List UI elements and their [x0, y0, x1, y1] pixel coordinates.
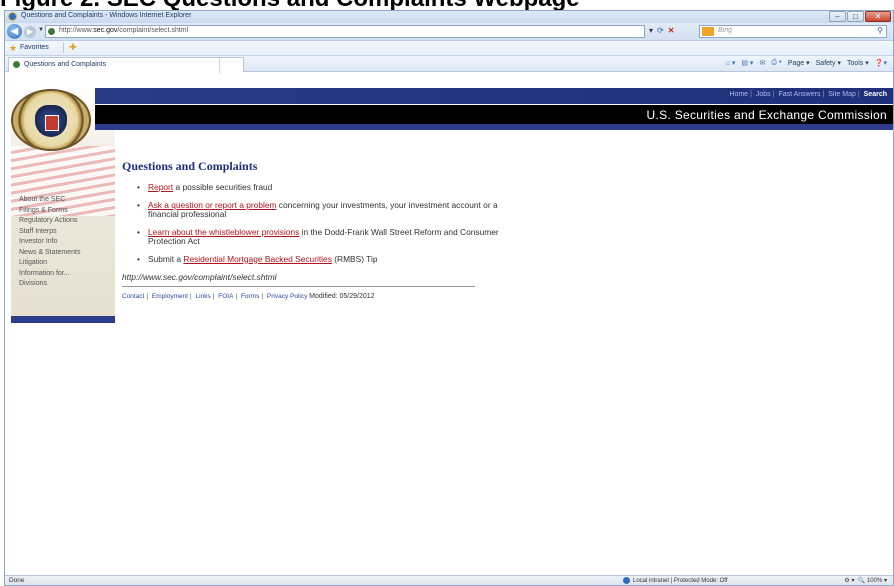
favorites-bar: ★ Favorites ✚ — [5, 41, 893, 56]
ie-logo-icon — [8, 12, 17, 21]
maximize-button[interactable]: □ — [847, 11, 864, 22]
sidebar-item-filings-forms[interactable]: Filings & Forms — [19, 206, 80, 217]
main-content: Questions and Complaints Report a possib… — [122, 159, 502, 300]
modified-date: Modified: 05/29/2012 — [309, 293, 375, 300]
figure-title: Figure 2. SEC Questions and Complaints W… — [0, 0, 894, 10]
window-controls: – □ ✕ — [829, 11, 891, 22]
footer-link-employment[interactable]: Employment — [152, 293, 188, 300]
header-link-home[interactable]: Home — [729, 91, 748, 98]
complaint-options-list: Report a possible securities fraud Ask a… — [137, 182, 502, 265]
header-link-site-map[interactable]: Site Map — [828, 91, 856, 98]
print-icon[interactable]: ⎙ ▾ — [771, 59, 782, 67]
sidebar-item-news-statements[interactable]: News & Statements — [19, 248, 80, 259]
whistleblower-link[interactable]: Learn about the whistleblower provisions — [148, 227, 299, 237]
tab-label: Questions and Complaints — [24, 61, 107, 68]
home-icon[interactable]: ⌂ ▾ — [726, 59, 736, 67]
header-link-fast-answers[interactable]: Fast Answers — [778, 91, 820, 98]
bing-logo-icon — [702, 27, 714, 36]
search-icon[interactable]: ⚲ — [877, 26, 883, 35]
sidebar-item-information-for[interactable]: Information for... — [19, 269, 80, 280]
header-link-jobs[interactable]: Jobs — [756, 91, 771, 98]
page-title: Questions and Complaints — [122, 159, 258, 173]
command-bar: ⌂ ▾ ▤ ▾ ✉ ⎙ ▾ Page ▾ Safety ▾ Tools ▾ ❓▾ — [726, 59, 887, 67]
feeds-icon[interactable]: ▤ ▾ — [741, 59, 753, 67]
header-top-bar: Home | Jobs | Fast Answers | Site Map | Sear… — [95, 88, 893, 104]
footer-link-links[interactable]: Links — [196, 293, 211, 300]
list-item: Submit a Residential Mortgage Backed Sec… — [137, 254, 502, 265]
status-bar: Done Local intranet | Protected Mode: Of… — [5, 575, 893, 585]
list-item: Ask a question or report a problem conce… — [137, 200, 502, 220]
close-button[interactable]: ✕ — [865, 11, 891, 22]
favorites-button[interactable]: Favorites — [20, 44, 49, 51]
stop-icon[interactable]: ✕ — [668, 26, 675, 35]
window-title: Questions and Complaints - Windows Inter… — [21, 12, 192, 19]
security-zone[interactable]: Local intranet | Protected Mode: Off — [623, 577, 728, 584]
web-page: Home | Jobs | Fast Answers | Site Map | Sear… — [5, 88, 893, 577]
tab-favicon-icon — [13, 61, 20, 68]
header-links: Home | Jobs | Fast Answers | Site Map | Sear… — [729, 91, 887, 98]
sidebar-footer-bar — [11, 316, 115, 323]
report-fraud-link[interactable]: Report — [148, 182, 173, 192]
search-placeholder: Bing — [718, 27, 733, 34]
sidebar-item-staff-interps[interactable]: Staff Interps — [19, 227, 80, 238]
footer-link-contact[interactable]: Contact — [122, 293, 144, 300]
status-text: Done — [9, 577, 25, 584]
tools-menu[interactable]: Tools ▾ — [847, 59, 869, 67]
sidebar-nav: About the SEC Filings & Forms Regulatory… — [19, 195, 80, 290]
mail-icon[interactable]: ✉ — [759, 59, 765, 67]
url-input[interactable]: http://www.sec.gov/complaint/select.shtm… — [45, 25, 645, 38]
url-dropdown-icon[interactable]: ▾ — [649, 26, 653, 35]
tab-questions-complaints[interactable]: Questions and Complaints — [8, 57, 244, 73]
footer-link-foia[interactable]: FOIA — [218, 293, 233, 300]
add-favorite-icon[interactable]: ✚ — [63, 42, 77, 53]
minimize-button[interactable]: – — [829, 11, 846, 22]
header-agency-bar: U.S. Securities and Exchange Commission — [95, 105, 893, 124]
sidebar-item-litigation[interactable]: Litigation — [19, 258, 80, 269]
header-divider — [95, 124, 893, 130]
site-header: Home | Jobs | Fast Answers | Site Map | Sear… — [5, 88, 893, 151]
title-bar: Questions and Complaints - Windows Inter… — [5, 11, 893, 23]
rmbs-tip-link[interactable]: Residential Mortgage Backed Securities — [183, 254, 332, 264]
footer-link-forms[interactable]: Forms — [241, 293, 259, 300]
sidebar-item-about-the-sec[interactable]: About the SEC — [19, 195, 80, 206]
header-link-search[interactable]: Search — [864, 91, 887, 98]
favorites-star-icon[interactable]: ★ — [9, 43, 17, 54]
page-url-text: http://www.sec.gov/complaint/select.shtm… — [122, 272, 475, 287]
url-text: http://www.sec.gov/complaint/select.shtm… — [59, 27, 189, 34]
address-tools: ▾ ⟳ ✕ — [649, 26, 674, 35]
eagle-icon — [35, 105, 67, 137]
list-item: Learn about the whistleblower provisions… — [137, 227, 502, 247]
sidebar-item-regulatory-actions[interactable]: Regulatory Actions — [19, 216, 80, 227]
sidebar-item-investor-info[interactable]: Investor Info — [19, 237, 80, 248]
globe-icon — [623, 577, 630, 584]
list-item: Report a possible securities fraud — [137, 182, 502, 193]
address-bar: ◀ ▶ ▼ http://www.sec.gov/complaint/selec… — [5, 23, 893, 41]
page-menu[interactable]: Page ▾ — [788, 59, 810, 67]
sidebar-item-divisions[interactable]: Divisions — [19, 279, 80, 290]
refresh-icon[interactable]: ⟳ — [657, 26, 664, 35]
history-dropdown-icon[interactable]: ▼ — [38, 27, 44, 33]
site-favicon-icon — [48, 28, 55, 35]
search-input[interactable]: Bing ⚲ — [699, 25, 887, 38]
tab-bar: Questions and Complaints ⌂ ▾ ▤ ▾ ✉ ⎙ ▾ P… — [5, 56, 893, 73]
new-tab-divider — [219, 58, 220, 73]
ask-question-link[interactable]: Ask a question or report a problem — [148, 200, 276, 210]
footer-links: Contact | Employment | Links | FOIA | Forms |… — [122, 293, 375, 300]
browser-window: Questions and Complaints - Windows Inter… — [4, 10, 894, 586]
back-button[interactable]: ◀ — [7, 24, 22, 39]
agency-name: U.S. Securities and Exchange Commission — [646, 108, 887, 122]
safety-menu[interactable]: Safety ▾ — [816, 59, 841, 67]
help-icon[interactable]: ❓▾ — [875, 59, 887, 67]
zoom-level[interactable]: ⚙ ▾ 🔍 100% ▾ — [844, 577, 887, 584]
forward-button[interactable]: ▶ — [24, 26, 36, 38]
sec-seal-logo[interactable] — [11, 89, 91, 151]
footer-link-privacy-policy[interactable]: Privacy Policy — [267, 293, 307, 300]
